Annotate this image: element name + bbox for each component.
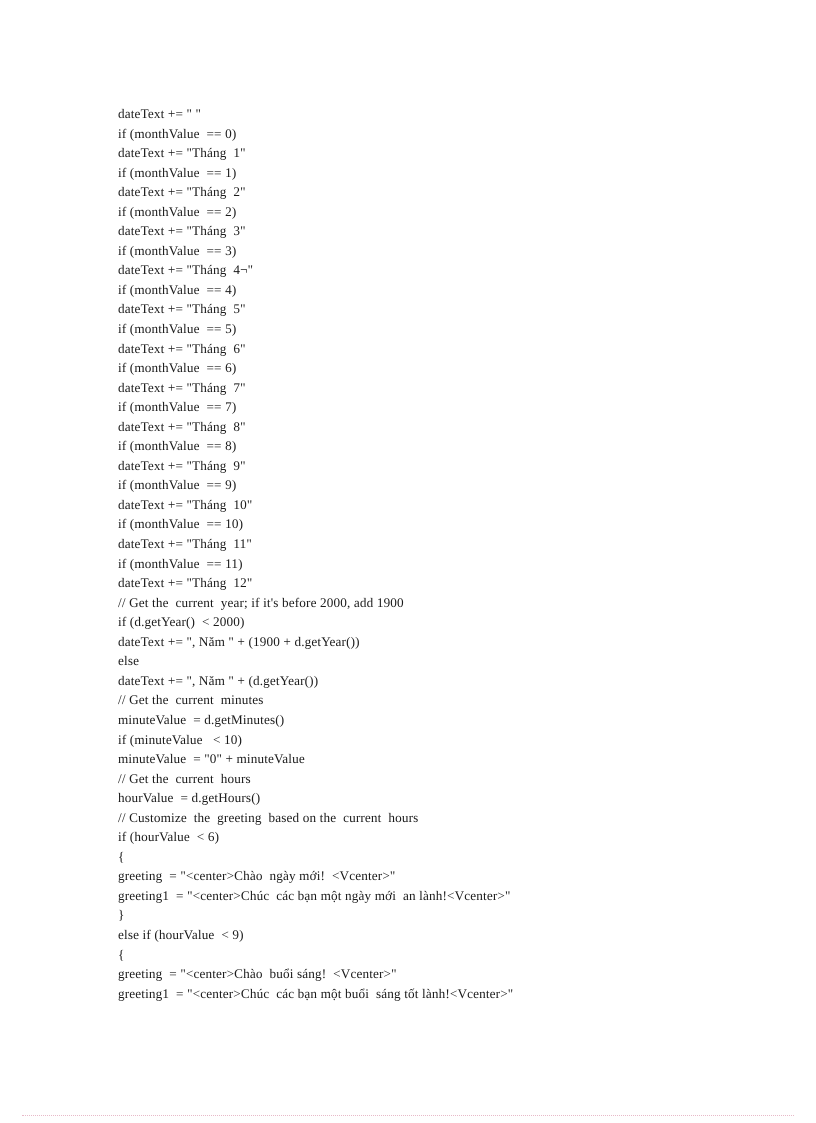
code-line: // Get the current minutes [118, 692, 264, 708]
code-line: hourValue = d.getHours() [118, 790, 261, 806]
code-line: if (monthValue == 4) [118, 281, 237, 297]
footer-divider [22, 1115, 794, 1116]
code-line: { [118, 848, 125, 864]
code-line: greeting = "<center>Chào ngày mới! <Vcen… [118, 868, 396, 884]
code-line: minuteValue = d.getMinutes() [118, 711, 285, 727]
code-line: else if (hourValue < 9) [118, 926, 244, 942]
code-line: if (monthValue == 7) [118, 399, 237, 415]
code-line: if (minuteValue < 10) [118, 731, 243, 747]
code-line: dateText += "Tháng 8" [118, 418, 246, 434]
code-line: dateText += " " [118, 106, 201, 121]
code-line: else [118, 653, 140, 669]
code-line: dateText += "Tháng 4¬" [118, 262, 254, 278]
code-line: dateText += "Tháng 6" [118, 340, 246, 356]
document-page: dateText += " " if (monthValue == 0) dateT… [0, 0, 816, 1123]
code-line: if (monthValue == 1) [118, 164, 237, 180]
code-line: // Get the current hours [118, 770, 251, 786]
code-line: dateText += "Tháng 1" [118, 145, 246, 161]
code-line: if (hourValue < 6) [118, 829, 220, 845]
code-line: if (monthValue == 5) [118, 321, 237, 337]
code-line: dateText += "Tháng 10" [118, 496, 253, 512]
code-line: dateText += ", Năm " + (1900 + d.getYear… [118, 633, 360, 649]
code-line: dateText += "Tháng 9" [118, 457, 246, 473]
code-line: if (monthValue == 6) [118, 360, 237, 376]
code-line: greeting = "<center>Chào buổi sáng! <Vce… [118, 966, 397, 982]
code-line: dateText += "Tháng 5" [118, 301, 246, 317]
code-line: greeting1 = "<center>Chúc các bạn một ng… [118, 887, 511, 903]
code-listing: dateText += " " if (monthValue == 0) dateT… [118, 104, 758, 1003]
code-line: dateText += ", Năm " + (d.getYear()) [118, 672, 319, 688]
code-line: greeting1 = "<center>Chúc các bạn một bu… [118, 985, 514, 1001]
code-line: // Get the current year; if it's before … [118, 594, 404, 610]
code-line: dateText += "Tháng 2" [118, 184, 246, 200]
code-line: if (monthValue == 8) [118, 438, 237, 454]
code-line: if (monthValue == 10) [118, 516, 244, 532]
code-line: if (monthValue == 0) [118, 125, 237, 141]
code-line: dateText += "Tháng 7" [118, 379, 246, 395]
code-line: } [118, 907, 125, 923]
code-line: if (monthValue == 2) [118, 203, 237, 219]
code-line: if (monthValue == 9) [118, 477, 237, 493]
code-line: dateText += "Tháng 11" [118, 536, 252, 552]
code-line: if (monthValue == 11) [118, 555, 243, 571]
code-line: { [118, 946, 125, 962]
code-line: dateText += "Tháng 12" [118, 575, 253, 591]
code-line: if (monthValue == 3) [118, 242, 237, 258]
code-line: dateText += "Tháng 3" [118, 223, 246, 239]
code-line: // Customize the greeting based on the c… [118, 809, 419, 825]
code-line: minuteValue = "0" + minuteValue [118, 751, 305, 767]
code-line: if (d.getYear() < 2000) [118, 614, 245, 630]
